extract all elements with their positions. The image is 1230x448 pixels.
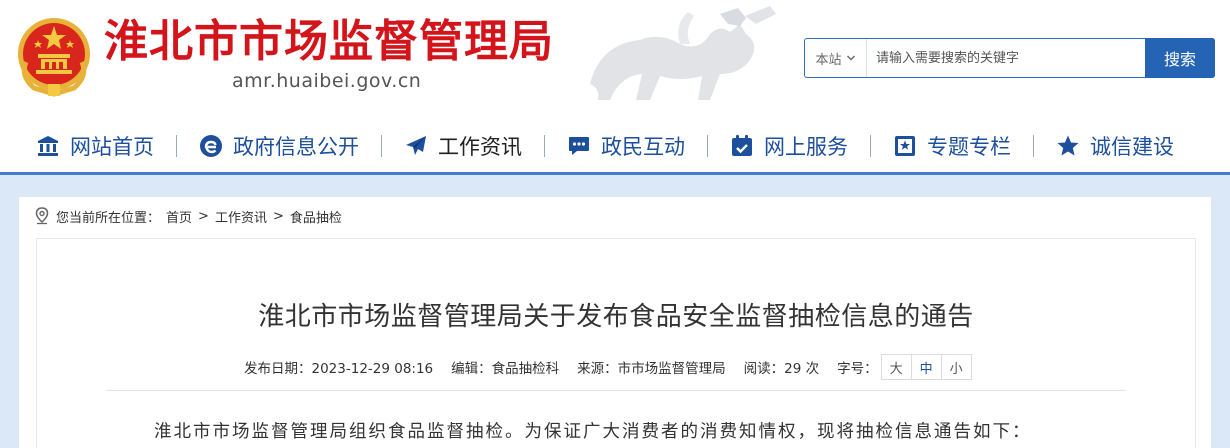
breadcrumb-separator: >: [198, 208, 209, 224]
breadcrumb-food-inspection-link[interactable]: 食品抽检: [290, 207, 342, 226]
breadcrumb-work-news-link[interactable]: 工作资讯: [215, 207, 267, 226]
font-size-medium-button[interactable]: 中: [910, 354, 942, 380]
nav-divider: [176, 135, 177, 157]
nav-item-label: 网站首页: [70, 135, 154, 159]
site-domain: amr.huaibei.gov.cn: [232, 70, 422, 92]
nav-item-label: 诚信建设: [1090, 135, 1174, 159]
star-icon: [1057, 135, 1079, 156]
nav-item-credit[interactable]: 诚信建设: [1056, 120, 1174, 172]
national-emblem-icon[interactable]: [16, 14, 92, 98]
publish-date: 发布日期：2023-12-29 08:16: [244, 361, 434, 377]
nav-item-online-service[interactable]: 网上服务: [730, 120, 848, 172]
breadcrumb-separator: >: [272, 208, 284, 224]
nav-divider: [544, 135, 545, 157]
bank-icon: [38, 136, 58, 156]
site-title[interactable]: 淮北市市场监督管理局: [104, 14, 554, 70]
site-header: 淮北市市场监督管理局 amr.huaibei.gov.cn 本站 搜索: [0, 0, 1230, 172]
paper-plane-icon: [406, 136, 426, 155]
nav-item-label: 工作资讯: [438, 135, 522, 159]
article-meta: 发布日期：2023-12-29 08:16 编辑：食品抽检科 来源：市市场监督管…: [244, 354, 972, 380]
nav-item-label: 政民互动: [601, 135, 685, 159]
source: 来源：市市场监督管理局: [577, 361, 726, 377]
nav-item-label: 网上服务: [764, 135, 848, 159]
nav-item-work-news[interactable]: 工作资讯: [404, 120, 522, 172]
chevron-down-icon: [846, 55, 855, 61]
search-box: 本站 搜索: [804, 38, 1215, 78]
calendar-check-icon: [732, 135, 752, 156]
article-title: 淮北市市场监督管理局关于发布食品安全监督抽检信息的通告: [258, 302, 974, 332]
nav-divider: [381, 135, 382, 157]
nav-item-home[interactable]: 网站首页: [36, 120, 154, 172]
article-container: [36, 238, 1196, 448]
nav-item-label: 政府信息公开: [233, 135, 359, 159]
nav-item-label: 专题专栏: [927, 135, 1011, 159]
nav-divider: [1033, 135, 1034, 157]
e-icon: [200, 135, 222, 157]
nav-item-gov-info[interactable]: 政府信息公开: [199, 120, 359, 172]
search-scope-label: 本站: [815, 52, 842, 68]
article-paragraph: 淮北市市场监督管理局组织食品监督抽检。为保证广大消费者的消费知情权，现将抽检信息…: [154, 422, 1032, 442]
view-count: 阅读：29 次: [743, 361, 820, 377]
breadcrumb-prefix: 您当前所在位置：: [56, 210, 161, 226]
search-button[interactable]: 搜索: [1145, 38, 1215, 78]
chat-icon: [569, 137, 589, 155]
font-size-label: 字号：: [837, 361, 878, 377]
location-pin-icon: [35, 207, 49, 225]
nav-divider: [707, 135, 708, 157]
search-input[interactable]: [868, 39, 1146, 77]
nav-item-special-topics[interactable]: 专题专栏: [893, 120, 1011, 172]
breadcrumb-home-link[interactable]: 首页: [166, 207, 192, 226]
editor: 编辑：食品抽检科: [451, 361, 560, 377]
bookmark-icon: [895, 136, 915, 156]
font-size-large-button[interactable]: 大: [880, 354, 912, 380]
font-size-small-button[interactable]: 小: [940, 354, 972, 380]
breadcrumb: 您当前所在位置： 首页 > 工作资讯 > 食品抽检: [34, 206, 342, 226]
meta-divider: [106, 390, 1126, 391]
horse-statue-illustration: [590, 6, 776, 100]
search-scope-select[interactable]: 本站: [805, 39, 867, 77]
main-nav: 网站首页 政府信息公开 工作资讯 政民互动 网上服务 专题专栏 诚信建设: [0, 120, 1230, 172]
nav-divider: [870, 135, 871, 157]
nav-item-interaction[interactable]: 政民互动: [567, 120, 685, 172]
